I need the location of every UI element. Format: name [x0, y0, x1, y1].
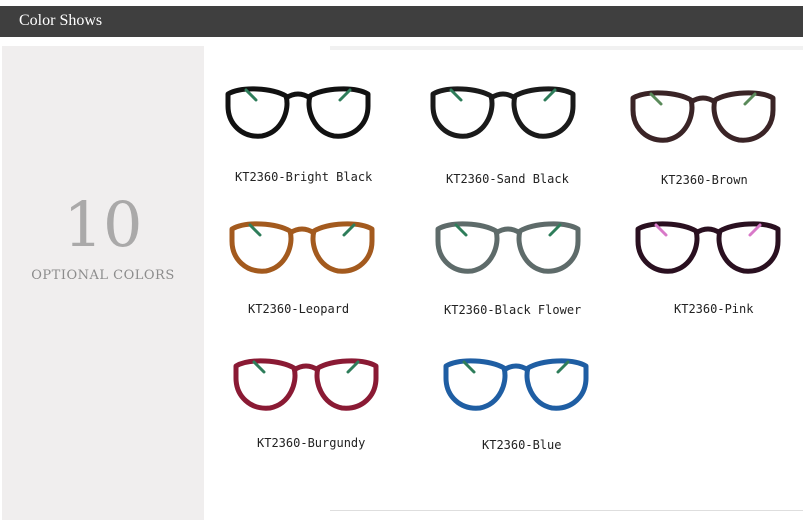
grid-bottom-divider [330, 510, 803, 511]
grid-top-divider [330, 46, 803, 50]
frame-image-black-flower [432, 215, 584, 279]
eyeglasses-frame-graphic [430, 86, 576, 139]
frame-image-leopard [226, 215, 378, 279]
frame-label-blue: KT2360-Blue [482, 438, 562, 452]
frame-image-burgundy [230, 352, 382, 416]
frame-label-leopard: KT2360-Leopard [248, 302, 350, 316]
frame-image-bright-black [222, 80, 374, 144]
frame-image-brown [627, 84, 779, 148]
frame-label-sand-black: KT2360-Sand Black [446, 172, 569, 186]
eyeglasses-frame-graphic [229, 221, 375, 274]
eyeglasses-frame-graphic [630, 90, 776, 143]
color-count: 10 [63, 188, 143, 261]
frame-label-bright-black: KT2360-Bright Black [235, 170, 373, 184]
eyeglasses-frame-graphic [635, 221, 781, 274]
eyeglasses-frame-graphic [443, 358, 589, 411]
eyeglasses-frame-graphic [225, 86, 371, 139]
header-title: Color Shows [19, 12, 103, 29]
frame-label-black-flower: KT2360-Black Flower [444, 303, 582, 317]
frame-image-blue [440, 352, 592, 416]
eyeglasses-frame-graphic [435, 221, 581, 274]
frame-label-burgundy: KT2360-Burgundy [257, 436, 366, 450]
header-bar: Color Shows [0, 6, 803, 37]
optional-colors-label: OPTIONAL COLORS [31, 268, 175, 283]
side-panel: 10 OPTIONAL COLORS [2, 46, 204, 520]
frame-label-pink: KT2360-Pink [674, 302, 754, 316]
eyeglasses-frame-graphic [233, 358, 379, 411]
frame-image-pink [632, 215, 784, 279]
frame-label-brown: KT2360-Brown [661, 173, 748, 187]
frame-image-sand-black [427, 80, 579, 144]
